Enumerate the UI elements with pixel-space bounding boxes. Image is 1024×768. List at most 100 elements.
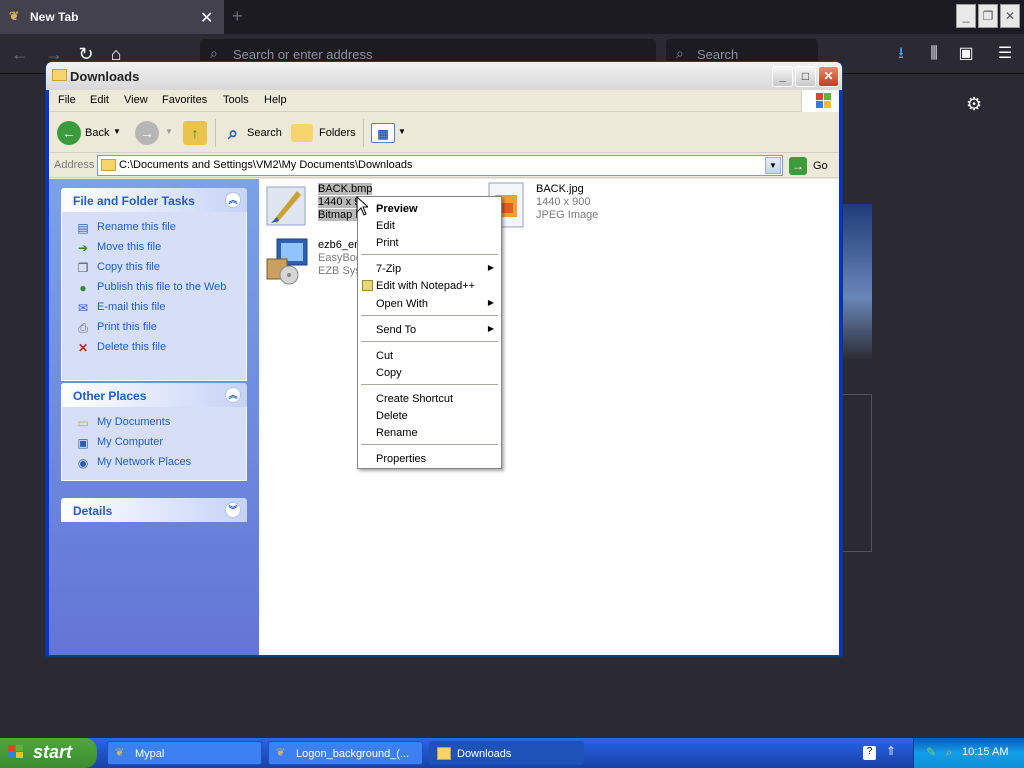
- menu-item-copy[interactable]: Copy: [358, 364, 501, 381]
- task-move-file[interactable]: ➔ Move this file: [62, 238, 246, 258]
- menu-edit[interactable]: Edit: [90, 94, 109, 106]
- start-button[interactable]: start: [0, 738, 97, 768]
- up-folder-button[interactable]: ↑: [183, 120, 209, 146]
- menu-item-edit[interactable]: Edit: [358, 217, 501, 234]
- menu-item-label: Edit with Notepad++: [376, 280, 476, 292]
- menu-item-delete[interactable]: Delete: [358, 407, 501, 424]
- menu-tools[interactable]: Tools: [223, 94, 249, 106]
- my-documents-icon: ▭: [77, 416, 89, 430]
- file-name: ezb6_en: [318, 239, 361, 251]
- gear-icon[interactable]: ⚙: [966, 94, 982, 115]
- panel-body: ▭ My Documents ▣ My Computer ◉ My Networ…: [61, 407, 247, 481]
- task-email-file[interactable]: ✉ E-mail this file: [62, 298, 246, 318]
- panel-header[interactable]: Details ︾: [61, 498, 247, 522]
- search-button[interactable]: ⌕ Search: [221, 120, 283, 146]
- up-folder-icon: ↑: [183, 121, 207, 145]
- chevron-up-icon[interactable]: ︽: [225, 387, 241, 403]
- browser-restore-button[interactable]: ❐: [978, 4, 998, 28]
- file-name: BACK.bmp: [318, 183, 373, 195]
- taskbar-item-downloads[interactable]: Downloads: [429, 741, 584, 765]
- taskbar-item-logon-background[interactable]: ❦ Logon_background_(...: [268, 741, 423, 765]
- search-label: Search: [247, 127, 282, 139]
- views-button[interactable]: ▦ ▼: [371, 120, 407, 146]
- place-my-documents[interactable]: ▭ My Documents: [62, 413, 246, 433]
- mypal-icon: ❦: [276, 747, 286, 759]
- task-copy-file[interactable]: ❐ Copy this file: [62, 258, 246, 278]
- sidebar-icon[interactable]: ▣: [955, 43, 977, 65]
- taskbar-item-mypal[interactable]: ❦ Mypal: [107, 741, 262, 765]
- copy-icon: ❐: [77, 261, 89, 275]
- menu-item-preview[interactable]: Preview: [358, 200, 501, 217]
- maximize-button[interactable]: □: [795, 66, 816, 87]
- download-icon[interactable]: ⭳: [890, 43, 912, 65]
- menu-file[interactable]: File: [58, 94, 76, 106]
- chevron-down-icon[interactable]: ▼: [165, 127, 173, 136]
- close-button[interactable]: ✕: [818, 66, 839, 87]
- menu-view[interactable]: View: [124, 94, 148, 106]
- go-arrow-icon: →: [789, 157, 807, 175]
- network-icon[interactable]: ✎: [924, 745, 938, 759]
- menu-item-open-with[interactable]: Open With ▶: [358, 295, 501, 312]
- browser-minimize-button[interactable]: _: [956, 4, 976, 28]
- menu-item-create-shortcut[interactable]: Create Shortcut: [358, 390, 501, 407]
- place-my-computer[interactable]: ▣ My Computer: [62, 433, 246, 453]
- menu-help[interactable]: Help: [264, 94, 287, 106]
- menu-item-label: Create Shortcut: [376, 393, 454, 405]
- task-print-file[interactable]: ⎙ Print this file: [62, 318, 246, 338]
- menu-separator: [361, 254, 498, 255]
- menu-item-cut[interactable]: Cut: [358, 347, 501, 364]
- forward-button[interactable]: → ▼: [135, 120, 175, 146]
- menu-item-label: Edit: [376, 220, 395, 232]
- window-titlebar[interactable]: Downloads _ □ ✕: [46, 62, 842, 90]
- clock[interactable]: 10:15 AM: [962, 746, 1008, 758]
- chevron-down-icon[interactable]: ▼: [765, 157, 781, 174]
- chevron-up-icon[interactable]: ⇑: [886, 744, 896, 758]
- task-publish-file[interactable]: ● Publish this file to the Web: [62, 278, 246, 298]
- folders-button[interactable]: Folders: [291, 120, 357, 146]
- menu-item-notepadpp[interactable]: Edit with Notepad++: [358, 277, 501, 294]
- menu-item-label: Properties: [376, 453, 427, 465]
- other-places-panel: Other Places ︽ ▭ My Documents ▣ My Compu…: [61, 383, 247, 481]
- submenu-arrow-icon: ▶: [487, 263, 494, 272]
- search-tray-icon[interactable]: ⌕: [942, 745, 956, 759]
- task-rename-file[interactable]: ▤ Rename this file: [62, 218, 246, 238]
- window-title: Downloads: [70, 69, 140, 84]
- back-button[interactable]: ← Back ▼: [57, 120, 127, 146]
- help-icon[interactable]: ?: [863, 746, 876, 760]
- menu-favorites[interactable]: Favorites: [162, 94, 207, 106]
- library-icon[interactable]: ⫼: [923, 43, 945, 65]
- place-my-network-places[interactable]: ◉ My Network Places: [62, 453, 246, 473]
- file-detail: 1440 x 9: [318, 196, 361, 208]
- task-label: Copy this file: [97, 261, 160, 273]
- browser-close-button[interactable]: ✕: [1000, 4, 1020, 28]
- menu-item-properties[interactable]: Properties: [358, 450, 501, 467]
- place-label: My Documents: [97, 416, 171, 428]
- background-tile: [838, 204, 872, 360]
- folder-icon: [101, 159, 116, 171]
- panel-header[interactable]: Other Places ︽: [61, 383, 247, 407]
- start-label: start: [33, 742, 73, 762]
- task-delete-file[interactable]: ✕ Delete this file: [62, 338, 246, 358]
- chevron-down-icon[interactable]: ▼: [113, 127, 121, 136]
- chevron-down-icon[interactable]: ︾: [225, 502, 241, 518]
- tab-close-button[interactable]: ✕: [200, 8, 213, 28]
- address-input[interactable]: C:\Documents and Settings\VM2\My Documen…: [97, 155, 783, 176]
- panel-header[interactable]: File and Folder Tasks ︽: [61, 188, 247, 212]
- submenu-arrow-icon: ▶: [487, 298, 494, 307]
- folders-icon: [291, 124, 313, 142]
- back-arrow-icon[interactable]: ←: [8, 42, 32, 66]
- file-item[interactable]: BACK.jpg 1440 x 900 JPEG Image: [481, 181, 681, 233]
- menu-item-rename[interactable]: Rename: [358, 424, 501, 441]
- menu-item-7zip[interactable]: 7-Zip ▶: [358, 260, 501, 277]
- menu-item-label: Copy: [376, 367, 402, 379]
- tab-new-tab[interactable]: ❦ New Tab ✕: [0, 0, 224, 34]
- go-button[interactable]: → Go: [789, 156, 837, 176]
- url-placeholder: Search or enter address: [233, 47, 373, 62]
- chevron-up-icon[interactable]: ︽: [225, 192, 241, 208]
- minimize-button[interactable]: _: [772, 66, 793, 87]
- new-tab-button[interactable]: +: [232, 6, 243, 27]
- search-icon: ⌕: [676, 45, 684, 61]
- menu-icon[interactable]: ☰: [994, 43, 1016, 65]
- menu-item-print[interactable]: Print: [358, 234, 501, 251]
- menu-item-send-to[interactable]: Send To ▶: [358, 321, 501, 338]
